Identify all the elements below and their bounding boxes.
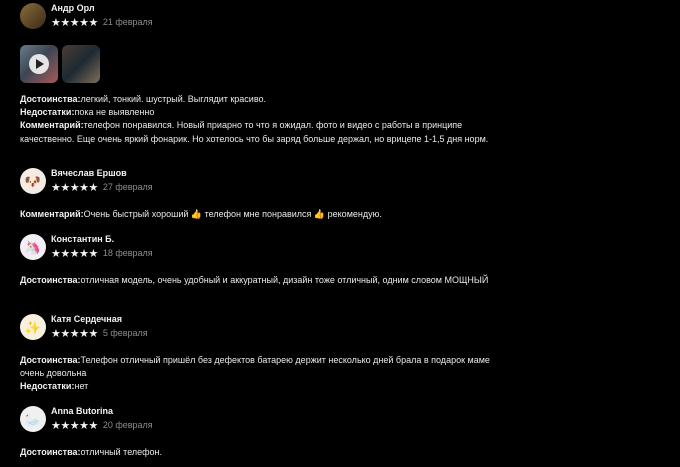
review-header: Андр Орл ★★★★★ 21 февраля bbox=[20, 3, 660, 33]
photo-thumbnail[interactable] bbox=[62, 45, 100, 83]
review-date: 27 февраля bbox=[102, 182, 153, 192]
review-text: Достоинства:легкий, тонкий. шустрый. Выг… bbox=[20, 93, 500, 146]
rating-stars-icon: ★★★★★ bbox=[51, 16, 98, 29]
author-name[interactable]: Вячеслав Ершов bbox=[51, 168, 127, 178]
pros-label: Достоинства: bbox=[20, 355, 81, 365]
pros-text: отличный телефон. bbox=[80, 447, 163, 457]
pros-text: отличная модель, очень удобный и аккурат… bbox=[80, 275, 489, 285]
author-name[interactable]: Андр Орл bbox=[51, 3, 95, 13]
sparkle-icon: ✨ bbox=[24, 319, 42, 335]
pros-text: легкий, тонкий. шустрый. Выглядит красив… bbox=[80, 94, 267, 104]
review-header: 🐶 Вячеслав Ершов ★★★★★ 27 февраля bbox=[20, 168, 660, 198]
comment-label: Комментарий: bbox=[20, 120, 84, 131]
review-card: 🐶 Вячеслав Ершов ★★★★★ 27 февраля Коммен… bbox=[20, 168, 660, 221]
avatar[interactable]: ✨ bbox=[20, 314, 46, 340]
rating-stars-icon: ★★★★★ bbox=[51, 327, 98, 340]
cons-text: нет bbox=[74, 381, 89, 392]
pros-label: Достоинства: bbox=[20, 94, 81, 104]
video-thumbnail[interactable] bbox=[20, 45, 58, 83]
review-card: 🦄 Константин Б. ★★★★★ 18 февраля Достоин… bbox=[20, 234, 660, 287]
avatar[interactable] bbox=[20, 3, 46, 29]
review-text: Комментарий:Очень быстрый хороший 👍 теле… bbox=[20, 208, 500, 221]
review-card: ✨ Катя Сердечная ★★★★★ 5 февраля Достоин… bbox=[20, 314, 660, 394]
rating-stars-icon: ★★★★★ bbox=[51, 181, 98, 194]
review-text: Достоинства:Телефон отличный пришёл без … bbox=[20, 354, 500, 394]
review-card: 🦢 Anna Butorina ★★★★★ 20 февраля Достоин… bbox=[20, 406, 660, 459]
review-date: 21 февраля bbox=[102, 17, 153, 27]
comment-text: телефон понравился. Новый приарно то что… bbox=[20, 120, 489, 144]
avatar[interactable]: 🦢 bbox=[20, 406, 46, 432]
rating-stars-icon: ★★★★★ bbox=[51, 247, 98, 260]
review-date: 20 февраля bbox=[102, 420, 153, 430]
review-header: ✨ Катя Сердечная ★★★★★ 5 февраля bbox=[20, 314, 660, 344]
cons-label: Недостатки: bbox=[20, 107, 75, 118]
pros-text: Телефон отличный пришёл без дефектов бат… bbox=[20, 355, 490, 379]
author-name[interactable]: Катя Сердечная bbox=[51, 314, 122, 324]
review-date: 18 февраля bbox=[102, 248, 153, 258]
unicorn-icon: 🦄 bbox=[24, 239, 42, 255]
review-text: Достоинства:отличный телефон. bbox=[20, 446, 500, 459]
avatar[interactable]: 🐶 bbox=[20, 168, 46, 194]
rating: ★★★★★ 18 февраля bbox=[51, 247, 153, 260]
play-icon bbox=[29, 54, 49, 74]
pros-label: Достоинства: bbox=[20, 447, 81, 457]
cons-label: Недостатки: bbox=[20, 381, 75, 392]
rating: ★★★★★ 20 февраля bbox=[51, 419, 153, 432]
rating: ★★★★★ 5 февраля bbox=[51, 327, 148, 340]
review-card: Андр Орл ★★★★★ 21 февраля Достоинства:ле… bbox=[20, 3, 660, 146]
rating: ★★★★★ 27 февраля bbox=[51, 181, 153, 194]
author-name[interactable]: Константин Б. bbox=[51, 234, 114, 244]
dog-icon: 🐶 bbox=[24, 173, 42, 189]
review-date: 5 февраля bbox=[102, 328, 148, 338]
cons-text: пока не выявленно bbox=[74, 107, 155, 118]
comment-text: Очень быстрый хороший 👍 телефон мне понр… bbox=[83, 209, 382, 219]
review-text: Достоинства:отличная модель, очень удобн… bbox=[20, 274, 500, 287]
rating: ★★★★★ 21 февраля bbox=[51, 16, 153, 29]
avatar[interactable]: 🦄 bbox=[20, 234, 46, 260]
goose-icon: 🦢 bbox=[24, 411, 42, 427]
pros-label: Достоинства: bbox=[20, 275, 81, 285]
review-header: 🦢 Anna Butorina ★★★★★ 20 февраля bbox=[20, 406, 660, 436]
comment-label: Комментарий: bbox=[20, 209, 84, 219]
author-name[interactable]: Anna Butorina bbox=[51, 406, 113, 416]
media-gallery bbox=[20, 45, 660, 83]
rating-stars-icon: ★★★★★ bbox=[51, 419, 98, 432]
review-header: 🦄 Константин Б. ★★★★★ 18 февраля bbox=[20, 234, 660, 264]
